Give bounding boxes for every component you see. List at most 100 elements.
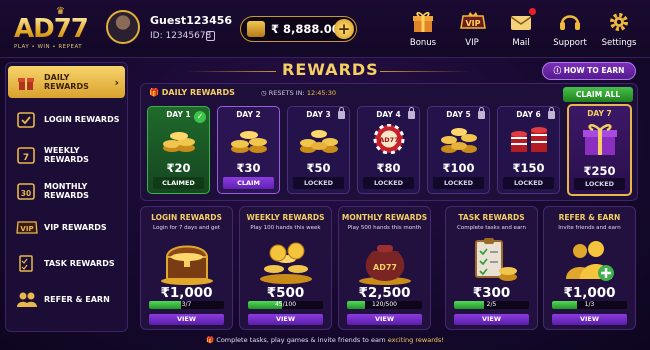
nav-settings[interactable]: Settings [594, 10, 644, 48]
clock-icon: ◷ [261, 89, 267, 97]
sidebar-item-monthly-rewards[interactable]: 30 MONTHLY REWARDS [8, 175, 125, 207]
card-description: Play 100 hands this week [250, 225, 321, 231]
sidebar-item-label: REFER & EARN [44, 294, 110, 304]
day-status: LOCKED [503, 177, 554, 189]
day-status: LOCKED [363, 177, 414, 189]
view-button[interactable]: VIEW [347, 314, 422, 325]
progress-text: 45/100 [274, 301, 297, 308]
svg-text:7: 7 [23, 153, 29, 163]
reward-card-refer[interactable]: REFER & EARN Invite friends and earn ₹1,… [543, 206, 636, 330]
progress-text: 120/500 [372, 301, 397, 308]
svg-text:30: 30 [21, 189, 31, 198]
progress-bar: 45/100 [248, 301, 323, 309]
coin-stack-icon [299, 130, 338, 153]
card-description: Login for 7 days and get [152, 225, 220, 231]
claim-button[interactable]: CLAIM [223, 177, 274, 189]
card-title: WEEKLY REWARDS [246, 213, 325, 222]
claim-all-button[interactable]: CLAIM ALL [563, 87, 633, 102]
view-button[interactable]: VIEW [248, 314, 323, 325]
clipboard-icon [474, 238, 517, 281]
page-title: REWARDS [282, 60, 379, 79]
daily-label-text: DAILY REWARDS [161, 88, 235, 97]
coin-stack-icon [230, 131, 267, 153]
day-amount: ₹150 [512, 161, 545, 175]
reward-card-monthly[interactable]: MONTHLY REWARDS Play 500 hands this mont… [338, 206, 431, 330]
day-card[interactable]: DAY 2 ₹30 CLAIM [217, 106, 280, 194]
logo-text: AD77 [14, 14, 89, 44]
progress-bar: 1/3 [552, 301, 627, 309]
day-amount: ₹50 [306, 161, 331, 175]
svg-text:AD77: AD77 [373, 263, 397, 272]
add-funds-button[interactable]: + [334, 19, 354, 39]
reward-card-weekly[interactable]: WEEKLY REWARDS Play 100 hands this week … [239, 206, 332, 330]
svg-text:AD77: AD77 [379, 136, 398, 144]
lock-icon [478, 107, 485, 119]
user-id: ID: 12345678 [150, 31, 212, 41]
day-card[interactable]: DAY 1 ✓ ₹20 CLAIMED [147, 106, 210, 194]
reward-card-task[interactable]: TASK REWARDS Complete tasks and earn ₹30… [445, 206, 538, 330]
gift-icon [410, 10, 436, 34]
progress-text: 1/3 [584, 301, 595, 308]
daily-rewards-panel: 🎁 DAILY REWARDS ◷ RESETS IN: 12:45:30 CL… [140, 83, 638, 201]
avatar[interactable] [106, 10, 140, 44]
balance-value: ₹ 8,888.00 [271, 22, 340, 36]
sidebar-item-weekly-rewards[interactable]: 7 WEEKLY REWARDS [8, 139, 125, 171]
copy-icon[interactable] [206, 31, 215, 41]
how-to-earn-button[interactable]: ⓘ HOW TO EARN [542, 62, 636, 80]
title-ornament-left [186, 71, 276, 72]
day-status: LOCKED [433, 177, 484, 189]
nav-label: Bonus [409, 38, 437, 48]
footer-highlight: exciting rewards! [387, 336, 444, 344]
day-amount: ₹100 [442, 161, 475, 175]
coin-pile-icon [259, 242, 312, 284]
view-button[interactable]: VIEW [552, 314, 627, 325]
day-amount: ₹30 [236, 161, 261, 175]
nav-mail[interactable]: Mail [496, 8, 546, 48]
day-status: LOCKED [293, 177, 344, 189]
card-amount: ₹500 [266, 285, 305, 301]
headset-icon [557, 10, 583, 34]
day-amount: ₹250 [583, 164, 616, 178]
reward-card-login[interactable]: LOGIN REWARDS Login for 7 days and get ₹… [140, 206, 233, 330]
lock-icon [338, 107, 345, 119]
card-description: Play 500 hands this month [347, 225, 422, 231]
card-amount: ₹1,000 [563, 285, 616, 301]
day-label: DAY 2 [236, 110, 261, 119]
balance-box: ₹ 8,888.00 + [240, 16, 357, 42]
sidebar-item-task-rewards[interactable]: TASK REWARDS [8, 247, 125, 279]
card-amount: ₹300 [472, 285, 511, 301]
username: Guest123456 [150, 14, 233, 27]
sidebar-item-label: MONTHLY REWARDS [44, 182, 89, 200]
nav-vip[interactable]: VIP VIP [447, 10, 497, 48]
sidebar-item-login-rewards[interactable]: LOGIN REWARDS [8, 103, 125, 135]
lock-icon [548, 107, 555, 119]
footer-message: 🎁 Complete tasks, play games & invite fr… [0, 336, 650, 344]
footer-text: Complete tasks, play games & invite frie… [216, 336, 388, 344]
nav-label: VIP [465, 38, 479, 48]
calendar-30-icon: 30 [16, 182, 36, 200]
nav-bonus[interactable]: Bonus [398, 10, 448, 48]
info-icon: ⓘ [553, 66, 564, 75]
day-card: DAY 5 ₹100 LOCKED [427, 106, 490, 194]
nav-support[interactable]: Support [545, 10, 595, 48]
lock-icon [408, 107, 415, 119]
card-description: Complete tasks and earn [457, 225, 526, 231]
resets-label: RESETS IN: [268, 89, 305, 97]
coin-stack-icon [440, 128, 477, 153]
vip-icon: VIP [459, 10, 486, 34]
sidebar-item-vip-rewards[interactable]: VIP VIP REWARDS [8, 211, 125, 243]
card-description: Invite friends and earn [558, 225, 621, 231]
sidebar-item-daily-rewards[interactable]: DAILY REWARDS › [8, 66, 125, 98]
card-amount: ₹2,500 [358, 285, 411, 301]
day-status: CLAIMED [153, 177, 204, 189]
day-status: LOCKED [574, 178, 625, 190]
sidebar-item-refer-earn[interactable]: REFER & EARN [8, 283, 125, 315]
logo[interactable]: ♛ AD77 PLAY • WIN • REPEAT [8, 6, 100, 52]
resets-timer: ◷ RESETS IN: 12:45:30 [261, 89, 336, 97]
view-button[interactable]: VIEW [454, 314, 529, 325]
view-button[interactable]: VIEW [149, 314, 224, 325]
checklist-icon [16, 254, 36, 272]
calendar-7-icon: 7 [16, 146, 36, 164]
users-add-icon [565, 241, 614, 281]
card-title: LOGIN REWARDS [151, 213, 222, 222]
